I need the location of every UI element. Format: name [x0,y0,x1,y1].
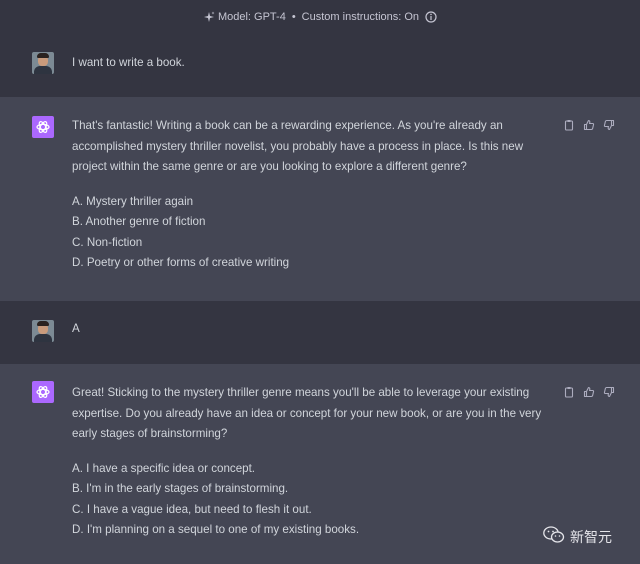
option-item: C. Non-fiction [72,235,143,249]
option-item: B. Another genre of fiction [72,215,206,228]
assistant-message-body: Great! Sticking to the mystery thriller … [72,383,550,541]
option-list: A. I have a specific idea or concept. B.… [72,459,550,541]
user-avatar [32,52,54,74]
watermark: 新智元 [543,526,612,547]
model-header: Model: GPT-4 • Custom instructions: On [0,0,640,34]
chat-page: Model: GPT-4 • Custom instructions: On I… [0,0,640,564]
option-item: C. I have a vague idea, but need to fles… [72,502,312,516]
copy-icon[interactable] [561,117,576,132]
option-item: D. Poetry or other forms of creative wri… [72,256,290,269]
sparkle-icon [203,11,215,23]
option-list: A. Mystery thriller again B. Another gen… [72,192,550,274]
separator-dot: • [291,11,296,23]
user-message-text: A [72,322,80,335]
message-actions [561,117,616,132]
user-message-row: I want to write a book. [0,34,640,97]
thumbs-up-icon[interactable] [581,117,596,132]
option-item: A. Mystery thriller again [72,194,194,208]
assistant-message-body: That's fantastic! Writing a book can be … [72,116,550,274]
chatgpt-avatar [32,116,54,138]
thumbs-up-icon[interactable] [581,384,596,399]
option-item: A. I have a specific idea or concept. [72,461,256,475]
chatgpt-avatar [32,381,54,403]
assistant-message-text: That's fantastic! Writing a book can be … [72,119,524,173]
model-label[interactable]: Model: GPT-4 [218,11,286,23]
info-icon[interactable] [425,11,437,23]
thumbs-down-icon[interactable] [601,117,616,132]
user-avatar [32,320,54,342]
wechat-icon [543,526,565,547]
assistant-message-row: That's fantastic! Writing a book can be … [0,97,640,301]
openai-logo-icon [36,121,50,133]
thumbs-down-icon[interactable] [601,384,616,399]
user-message-text: I want to write a book. [72,56,185,69]
openai-logo-icon [36,386,50,398]
option-item: D. I'm planning on a sequel to one of my… [72,523,360,536]
option-item: B. I'm in the early stages of brainstorm… [72,482,289,495]
watermark-text: 新智元 [570,528,612,545]
message-actions [561,384,616,399]
copy-icon[interactable] [561,384,576,399]
user-message-row: A [0,301,640,364]
custom-instructions-label[interactable]: Custom instructions: On [302,11,419,23]
assistant-message-text: Great! Sticking to the mystery thriller … [72,386,542,440]
